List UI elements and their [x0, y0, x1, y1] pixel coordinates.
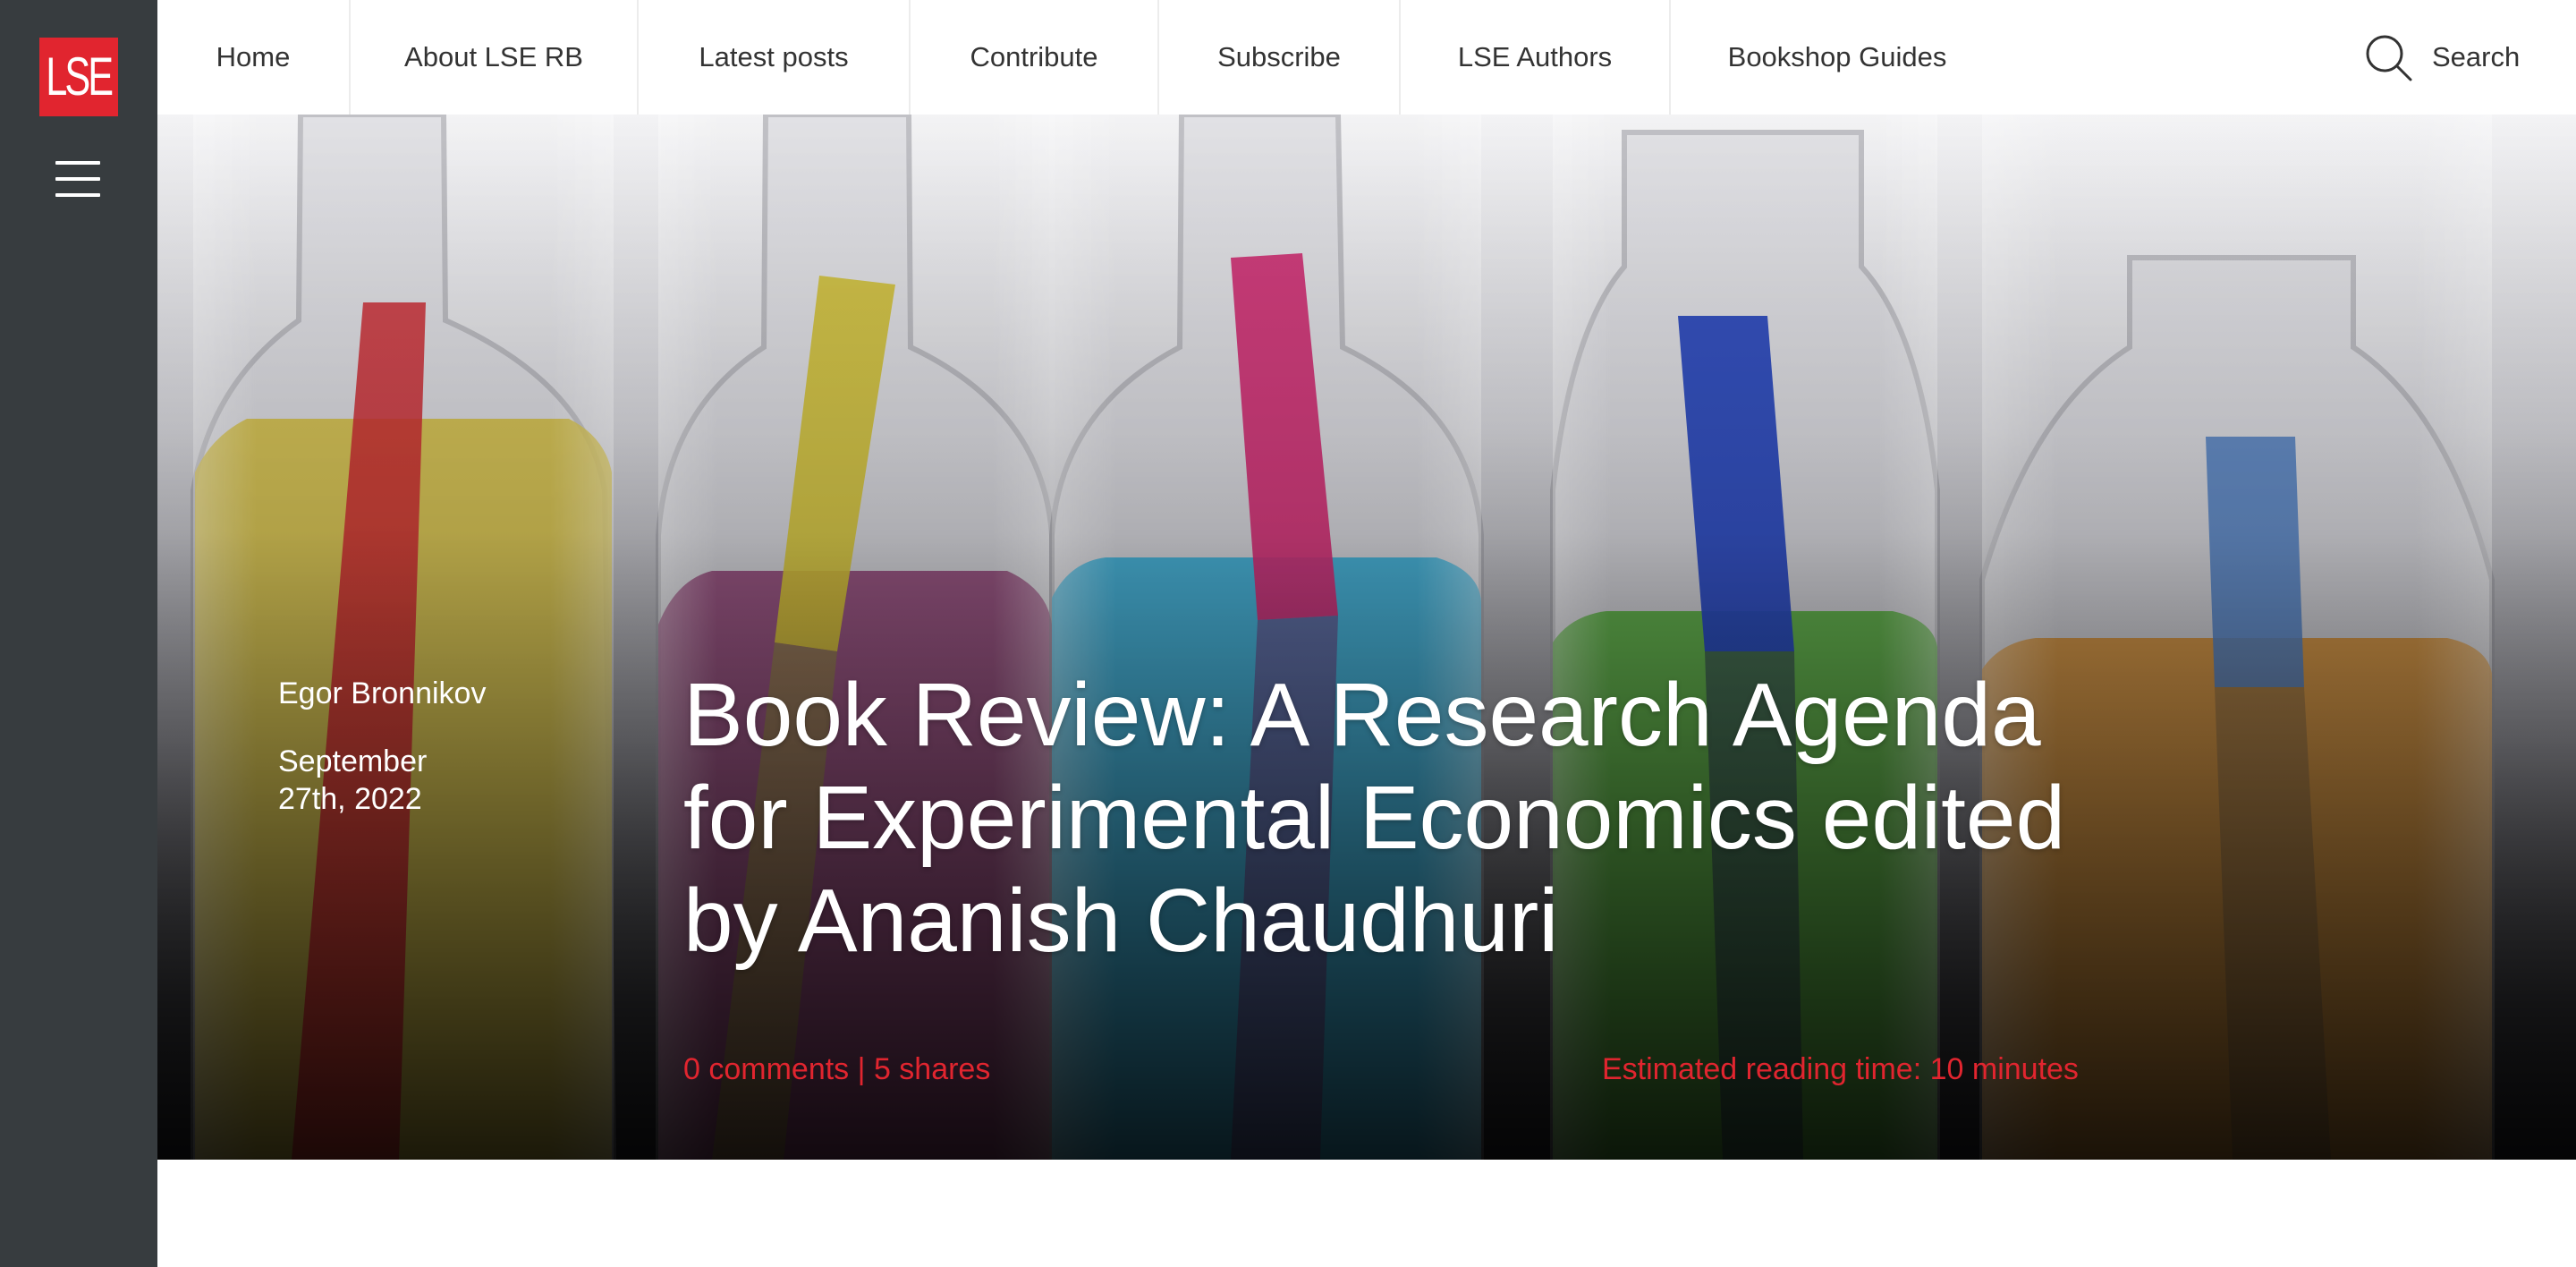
- top-navigation: Home About LSE RB Latest posts Contribut…: [157, 0, 2576, 115]
- search-icon: [2366, 35, 2412, 81]
- post-title: Book Review: A Research Agenda for Exper…: [683, 665, 2066, 971]
- reading-time: Estimated reading time: 10 minutes: [1602, 1052, 2079, 1086]
- post-author[interactable]: Egor Bronnikov: [278, 675, 486, 712]
- nav-lse-authors[interactable]: LSE Authors: [1401, 0, 1671, 115]
- nav-home[interactable]: Home: [157, 0, 351, 115]
- post-engagement: 0 comments | 5 shares: [683, 1052, 990, 1087]
- nav-latest-posts[interactable]: Latest posts: [639, 0, 911, 115]
- content-area: [157, 1160, 2576, 1267]
- hamburger-icon[interactable]: [55, 159, 100, 199]
- search-button[interactable]: Search: [2343, 0, 2576, 115]
- nav-contribute[interactable]: Contribute: [911, 0, 1159, 115]
- meta-separator: |: [857, 1052, 866, 1086]
- post-date: September 27th, 2022: [278, 744, 428, 816]
- nav-bookshop-guides[interactable]: Bookshop Guides: [1671, 0, 2004, 115]
- comments-link[interactable]: 0 comments: [683, 1052, 849, 1086]
- shares-count[interactable]: 5 shares: [874, 1052, 990, 1086]
- nav-about[interactable]: About LSE RB: [351, 0, 639, 115]
- search-label: Search: [2432, 41, 2521, 72]
- nav-subscribe[interactable]: Subscribe: [1159, 0, 1401, 115]
- lse-logo[interactable]: LSE: [39, 38, 118, 116]
- left-sidebar: LSE: [0, 0, 157, 1267]
- hero-banner: Egor Bronnikov September 27th, 2022 Book…: [157, 115, 2576, 1160]
- hero-shade-overlay: [157, 115, 2576, 1160]
